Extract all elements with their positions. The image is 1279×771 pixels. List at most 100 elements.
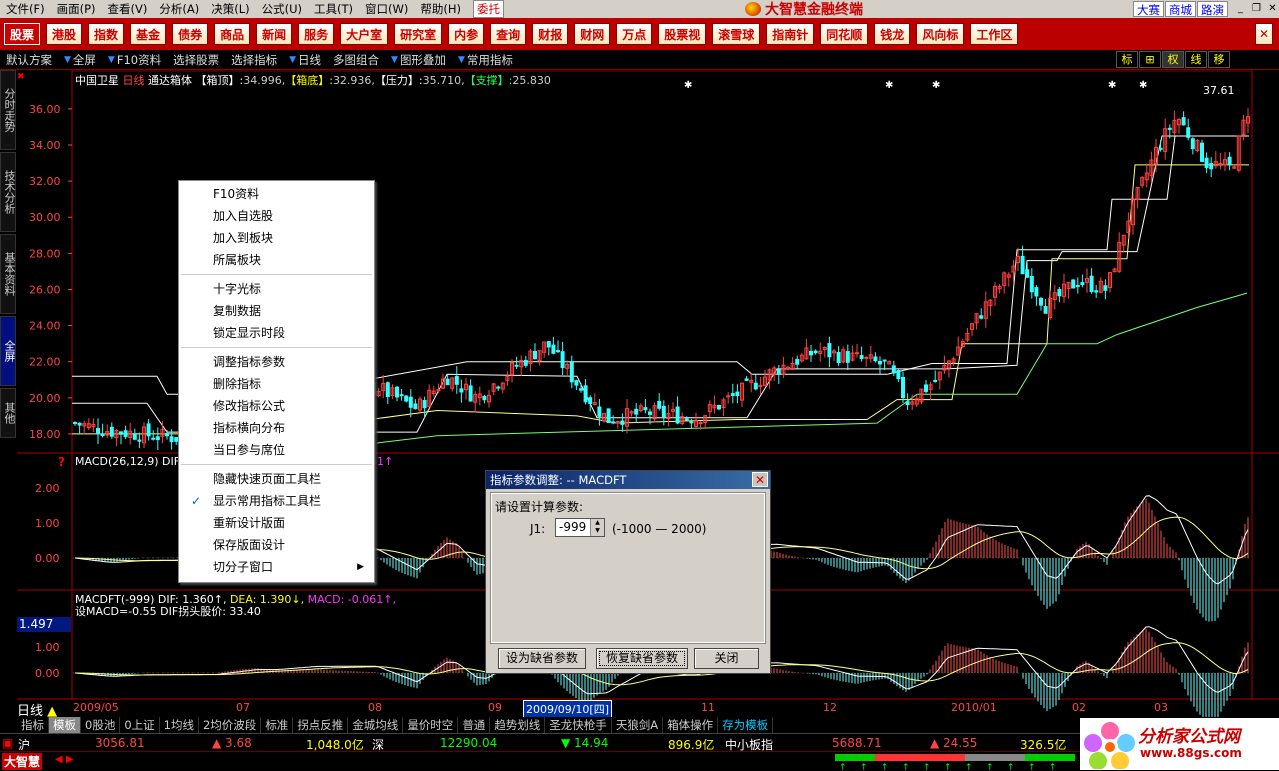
- context-menu-item[interactable]: 当日参与席位: [179, 439, 374, 461]
- toolbar-item[interactable]: 多图组合: [327, 52, 385, 68]
- nav-button[interactable]: 债券: [172, 23, 209, 45]
- top-link[interactable]: 路演: [1197, 1, 1228, 17]
- restore-default-button[interactable]: 恢复缺省参数: [596, 648, 688, 669]
- nav-button[interactable]: 大户室: [340, 23, 389, 45]
- nav-button[interactable]: 风向标: [916, 23, 965, 45]
- template-tab[interactable]: 标准: [261, 717, 294, 733]
- template-tab[interactable]: 普通: [458, 717, 491, 733]
- menu-item[interactable]: 分析(A): [153, 1, 205, 17]
- nav-close-icon[interactable]: ✕: [1254, 23, 1273, 45]
- menu-item[interactable]: 帮助(H): [414, 1, 467, 17]
- restore-icon[interactable]: ❐: [1249, 1, 1264, 16]
- dropdown-icon[interactable]: ▼: [458, 55, 465, 65]
- menu-item[interactable]: 公式(U): [256, 1, 308, 17]
- toolbar-item[interactable]: 选择股票: [167, 52, 225, 68]
- nav-button[interactable]: 股票: [4, 23, 41, 45]
- close-icon[interactable]: ✕: [1265, 1, 1279, 16]
- side-tab[interactable]: 全屏: [0, 316, 16, 386]
- nav-button[interactable]: 财报: [532, 23, 569, 45]
- nav-button[interactable]: 股票视: [658, 23, 707, 45]
- right-tool-button[interactable]: 标: [1116, 51, 1138, 68]
- context-menu-item[interactable]: 加入到板块: [179, 227, 374, 249]
- pin-icon[interactable]: ✖: [17, 72, 25, 82]
- toolbar-item[interactable]: ▼ 日线: [283, 52, 327, 68]
- nav-button[interactable]: 基金: [130, 23, 167, 45]
- menu-item[interactable]: 画面(P): [51, 1, 102, 17]
- nav-button[interactable]: 港股: [46, 23, 83, 45]
- template-tab[interactable]: 拐点反推: [293, 717, 349, 733]
- template-tab[interactable]: 0上证: [120, 717, 160, 733]
- template-tab[interactable]: 天狼剑A: [612, 717, 664, 733]
- menu-item[interactable]: 查看(V): [102, 1, 154, 17]
- nav-button[interactable]: 滚雪球: [712, 23, 761, 45]
- template-tab[interactable]: 量价时空: [403, 717, 459, 733]
- template-tab[interactable]: 金城均线: [348, 717, 404, 733]
- template-tab[interactable]: 指标: [17, 717, 49, 733]
- dialog-close-icon[interactable]: ✕: [752, 472, 768, 487]
- nav-button[interactable]: 指数: [88, 23, 125, 45]
- toolbar-item[interactable]: ▼ 全屏: [58, 52, 102, 68]
- set-default-button[interactable]: 设为缺省参数: [498, 648, 586, 669]
- context-menu-item[interactable]: 复制数据: [179, 300, 374, 322]
- toolbar-item[interactable]: 选择指标: [225, 52, 283, 68]
- context-menu-item[interactable]: F10资料: [179, 183, 374, 205]
- context-menu-item[interactable]: 保存版面设计: [179, 534, 374, 556]
- weituo-button[interactable]: 委托: [472, 0, 504, 18]
- context-menu-item[interactable]: 修改指标公式: [179, 395, 374, 417]
- template-tab[interactable]: 2均价波段: [199, 717, 262, 733]
- nav-button[interactable]: 工作区: [970, 23, 1019, 45]
- right-tool-button[interactable]: ⊞: [1139, 51, 1161, 68]
- menu-item[interactable]: 窗口(W): [359, 1, 414, 17]
- context-menu-item[interactable]: 重新设计版面: [179, 512, 374, 534]
- template-tab[interactable]: 箱体操作: [663, 717, 719, 733]
- dropdown-icon[interactable]: ▼: [108, 55, 115, 65]
- toolbar-item[interactable]: ▼ 常用指标: [452, 52, 519, 68]
- nav-button[interactable]: 内参: [448, 23, 485, 45]
- menu-item[interactable]: 工具(T): [308, 1, 359, 17]
- toolbar-item[interactable]: 默认方案: [0, 52, 58, 68]
- context-menu-item[interactable]: ✓ 显示常用指标工具栏: [179, 490, 374, 512]
- minimize-icon[interactable]: _: [1233, 1, 1248, 16]
- right-tool-button[interactable]: 移: [1208, 51, 1230, 68]
- template-tab[interactable]: 0股池: [81, 717, 121, 733]
- dialog-close-button[interactable]: 关闭: [694, 648, 759, 669]
- dropdown-icon[interactable]: ▼: [64, 55, 71, 65]
- nav-button[interactable]: 财网: [574, 23, 611, 45]
- template-tab[interactable]: 趋势划线: [490, 717, 546, 733]
- nav-button[interactable]: 商品: [214, 23, 251, 45]
- menu-item[interactable]: 决策(L): [205, 1, 255, 17]
- nav-button[interactable]: 万点: [616, 23, 653, 45]
- param-spinner[interactable]: -999 ▲ ▼: [555, 518, 605, 537]
- side-tab[interactable]: 分时走势: [0, 70, 16, 150]
- nav-button[interactable]: 查询: [490, 23, 527, 45]
- side-tab[interactable]: 技术分析: [0, 152, 16, 232]
- nav-button[interactable]: 新闻: [256, 23, 293, 45]
- nav-button[interactable]: 服务: [298, 23, 335, 45]
- nav-button[interactable]: 指南针: [766, 23, 815, 45]
- nav-button[interactable]: 钱龙: [874, 23, 911, 45]
- context-menu-item[interactable]: 锁定显示时段: [179, 322, 374, 344]
- context-menu-item[interactable]: 删除指标: [179, 373, 374, 395]
- context-menu-item[interactable]: 切分子窗口 ▶: [179, 556, 374, 578]
- context-menu-item[interactable]: 所属板块: [179, 249, 374, 271]
- right-tool-button[interactable]: 线: [1185, 51, 1207, 68]
- scroll-arrows-icon[interactable]: ◀ ▶: [55, 754, 74, 765]
- top-link[interactable]: 商城: [1165, 1, 1196, 17]
- nav-button[interactable]: 同花顺: [820, 23, 869, 45]
- right-tool-button[interactable]: 权: [1162, 51, 1184, 68]
- spinner-arrows-icon[interactable]: ▲ ▼: [590, 519, 604, 536]
- template-tab[interactable]: 模板: [49, 717, 81, 733]
- context-menu-item[interactable]: 调整指标参数: [179, 351, 374, 373]
- dropdown-icon[interactable]: ▼: [289, 55, 296, 65]
- context-menu-item[interactable]: 指标横向分布: [179, 417, 374, 439]
- context-menu-item[interactable]: 十字光标: [179, 278, 374, 300]
- context-menu-item[interactable]: 加入自选股: [179, 205, 374, 227]
- template-tab[interactable]: 圣龙快枪手: [545, 717, 612, 733]
- menu-item[interactable]: 文件(F): [0, 1, 51, 17]
- help-icon[interactable]: ?: [58, 455, 65, 469]
- context-menu-item[interactable]: 隐藏快速页面工具栏: [179, 468, 374, 490]
- side-tab[interactable]: 基本资料: [0, 234, 16, 314]
- side-tab[interactable]: 其他: [0, 388, 16, 438]
- toolbar-item[interactable]: ▼ F10资料: [102, 52, 167, 68]
- template-tab[interactable]: 存为模板: [718, 717, 774, 733]
